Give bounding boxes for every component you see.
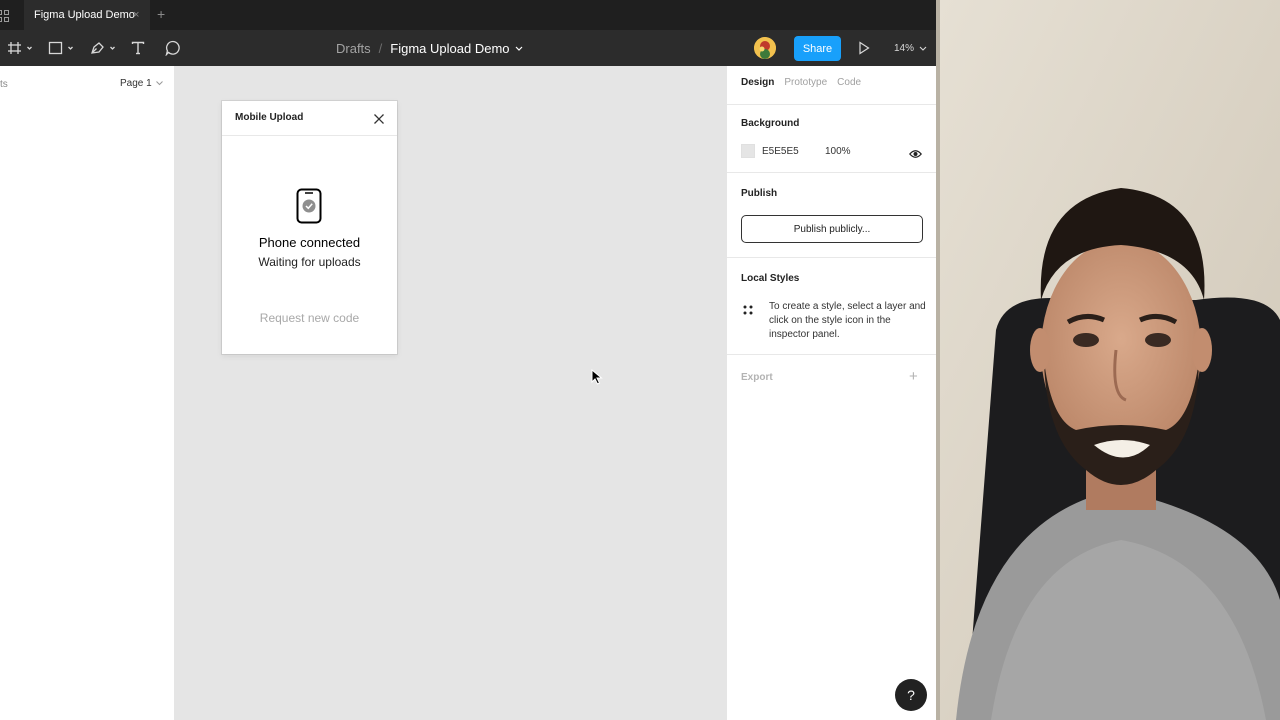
request-new-code-link[interactable]: Request new code: [222, 311, 397, 325]
divider: [727, 104, 936, 105]
help-button[interactable]: ?: [895, 679, 927, 711]
tab-prototype[interactable]: Prototype: [784, 77, 827, 88]
breadcrumb-separator: /: [378, 41, 383, 56]
chevron-down-icon[interactable]: [515, 46, 523, 52]
background-opacity-field[interactable]: 100%: [825, 146, 851, 157]
divider: [727, 354, 936, 355]
background-hex-field[interactable]: E5E5E5: [762, 146, 799, 157]
chevron-down-icon: [155, 81, 163, 86]
pen-icon: [91, 42, 115, 54]
pen-tool[interactable]: [90, 30, 118, 66]
avatar[interactable]: [754, 37, 776, 59]
comment-icon: [165, 40, 180, 56]
mobile-upload-modal: Mobile Upload Phone connected Waiting fo…: [222, 101, 397, 354]
divider: [727, 172, 936, 173]
publish-heading: Publish: [741, 188, 778, 199]
text-tool[interactable]: [131, 30, 145, 66]
modal-title: Mobile Upload: [235, 112, 304, 123]
present-play-icon[interactable]: [858, 41, 870, 60]
breadcrumb-drafts[interactable]: Drafts: [336, 41, 371, 56]
mouse-cursor-icon: [591, 368, 603, 390]
properties-panel: Design Prototype Code Background E5E5E5 …: [726, 66, 936, 720]
eye-icon[interactable]: [909, 146, 922, 164]
page-selector-label: Page 1: [120, 78, 152, 89]
share-button[interactable]: Share: [794, 36, 841, 61]
layers-tab-label[interactable]: ts: [0, 79, 8, 90]
rectangle-icon: [48, 41, 73, 55]
modal-header: Mobile Upload: [222, 101, 397, 136]
add-tab-icon[interactable]: +: [157, 6, 165, 22]
status-title: Phone connected: [258, 235, 361, 250]
local-styles-description: To create a style, select a layer and cl…: [769, 301, 926, 340]
tab-design[interactable]: Design: [741, 77, 774, 88]
page-selector[interactable]: Page 1: [120, 78, 163, 89]
webcam-presenter-image: [936, 0, 1280, 720]
text-icon: [131, 41, 145, 55]
zoom-menu[interactable]: 14%: [894, 43, 927, 54]
divider: [727, 257, 936, 258]
comment-tool[interactable]: [165, 30, 181, 66]
local-styles-heading: Local Styles: [741, 273, 800, 284]
breadcrumb: Drafts / Figma Upload Demo: [336, 41, 523, 56]
tab-bar: Figma Upload Demo × +: [0, 0, 936, 30]
file-tab-title: Figma Upload Demo: [34, 9, 135, 21]
breadcrumb-file-name[interactable]: Figma Upload Demo: [390, 41, 509, 56]
webcam-video: [936, 0, 1280, 720]
grid-menu-icon[interactable]: [0, 9, 12, 22]
chevron-down-icon: [919, 46, 927, 51]
tab-code[interactable]: Code: [837, 77, 861, 88]
frame-icon: [8, 42, 32, 54]
publish-publicly-button[interactable]: Publish publicly...: [741, 215, 923, 243]
zoom-level: 14%: [894, 43, 915, 54]
toolbar: Drafts / Figma Upload Demo Share 14%: [0, 30, 936, 66]
background-heading: Background: [741, 118, 800, 129]
layers-panel: ts Page 1: [0, 66, 175, 720]
canvas[interactable]: Mobile Upload Phone connected Waiting fo…: [175, 66, 726, 720]
styles-icon: [743, 302, 753, 320]
rectangle-tool[interactable]: [48, 30, 76, 66]
background-color-swatch[interactable]: [741, 144, 755, 158]
status-subtitle: Waiting for uploads: [258, 255, 361, 269]
figma-window: Figma Upload Demo × + Drafts / Figma Upl…: [0, 0, 936, 720]
close-icon[interactable]: [373, 112, 385, 130]
add-export-icon[interactable]: +: [909, 369, 918, 384]
file-tab[interactable]: Figma Upload Demo ×: [24, 0, 150, 30]
export-heading: Export: [741, 372, 773, 383]
panel-tabs: Design Prototype Code: [741, 77, 871, 88]
close-tab-icon[interactable]: ×: [133, 8, 139, 22]
frame-tool[interactable]: [8, 30, 34, 66]
phone-connected-icon: [296, 188, 322, 229]
